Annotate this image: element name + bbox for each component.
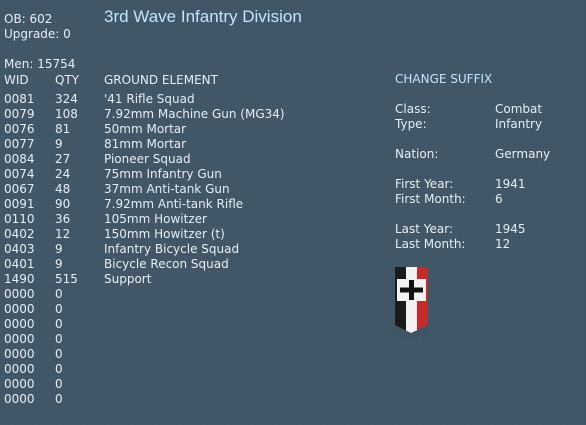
row-qty: 515 <box>55 272 78 286</box>
table-row[interactable]: 0401 9 Bicycle Recon Squad <box>0 257 300 272</box>
row-qty: 81 <box>55 122 71 136</box>
first-month-value: 6 <box>495 192 503 206</box>
type-value: Infantry <box>495 117 543 131</box>
row-wid: 0403 <box>4 242 35 256</box>
row-qty: 24 <box>55 167 71 181</box>
row-qty: 0 <box>55 287 63 301</box>
row-element-name: 50mm Mortar <box>104 122 187 136</box>
table-row[interactable]: 0402 12 150mm Howitzer (t) <box>0 227 300 242</box>
last-month-label: Last Month: <box>395 237 466 251</box>
ob-number: OB: 602 <box>4 12 53 26</box>
row-element-name: Support <box>104 272 152 286</box>
row-wid: 0000 <box>4 302 35 316</box>
nation-label: Nation: <box>395 147 439 161</box>
row-qty: 0 <box>55 347 63 361</box>
row-element-name: 105mm Howitzer <box>104 212 207 226</box>
row-wid: 0000 <box>4 332 35 346</box>
row-qty: 9 <box>55 257 63 271</box>
table-row[interactable]: 0081 324 '41 Rifle Squad <box>0 92 300 107</box>
row-element-name: Bicycle Recon Squad <box>104 257 229 271</box>
table-row[interactable]: 0067 48 37mm Anti-tank Gun <box>0 182 300 197</box>
first-year-value: 1941 <box>495 177 526 191</box>
row-element-name: Pioneer Squad <box>104 152 191 166</box>
row-wid: 0000 <box>4 347 35 361</box>
table-row[interactable]: 0000 0 <box>0 302 300 317</box>
table-row[interactable]: 0079 108 7.92mm Machine Gun (MG34) <box>0 107 300 122</box>
row-qty: 12 <box>55 227 71 241</box>
table-row[interactable]: 0000 0 <box>0 332 300 347</box>
row-qty: 324 <box>55 92 78 106</box>
table-row[interactable]: 0110 36 105mm Howitzer <box>0 212 300 227</box>
row-qty: 27 <box>55 152 71 166</box>
row-qty: 0 <box>55 332 63 346</box>
row-element-name: 37mm Anti-tank Gun <box>104 182 230 196</box>
table-row[interactable]: 0074 24 75mm Infantry Gun <box>0 167 300 182</box>
nation-value: Germany <box>495 147 551 161</box>
last-month-value: 12 <box>495 237 511 251</box>
row-qty: 0 <box>55 302 63 316</box>
row-wid: 1490 <box>4 272 35 286</box>
row-wid: 0076 <box>4 122 35 136</box>
row-qty: 9 <box>55 242 63 256</box>
row-wid: 0079 <box>4 107 35 121</box>
row-qty: 108 <box>55 107 78 121</box>
table-row[interactable]: 0084 27 Pioneer Squad <box>0 152 300 167</box>
table-row[interactable]: 1490 515 Support <box>0 272 300 287</box>
table-row[interactable]: 0091 90 7.92mm Anti-tank Rifle <box>0 197 300 212</box>
row-wid: 0000 <box>4 392 35 406</box>
german-war-flag-icon <box>395 267 428 337</box>
row-element-name: '41 Rifle Squad <box>104 92 195 106</box>
row-qty: 48 <box>55 182 71 196</box>
row-element-name: 81mm Mortar <box>104 137 187 151</box>
first-month-label: First Month: <box>395 192 466 206</box>
row-element-name: 7.92mm Anti-tank Rifle <box>104 197 244 211</box>
table-row[interactable]: 0000 0 <box>0 317 300 332</box>
class-value: Combat <box>495 102 543 116</box>
row-qty: 0 <box>55 362 63 376</box>
column-header-wid: WID <box>4 73 29 87</box>
row-qty: 0 <box>55 317 63 331</box>
row-wid: 0402 <box>4 227 35 241</box>
men-count: Men: 15754 <box>4 57 76 71</box>
type-label: Type: <box>395 117 427 131</box>
row-wid: 0091 <box>4 197 35 211</box>
row-wid: 0081 <box>4 92 35 106</box>
table-row[interactable]: 0403 9 Infantry Bicycle Squad <box>0 242 300 257</box>
row-wid: 0077 <box>4 137 35 151</box>
table-row[interactable]: 0000 0 <box>0 287 300 302</box>
row-wid: 0110 <box>4 212 35 226</box>
row-wid: 0074 <box>4 167 35 181</box>
row-wid: 0000 <box>4 377 35 391</box>
row-qty: 36 <box>55 212 71 226</box>
row-wid: 0084 <box>4 152 35 166</box>
last-year-value: 1945 <box>495 222 526 236</box>
table-row[interactable]: 0000 0 <box>0 347 300 362</box>
upgrade-count: Upgrade: 0 <box>4 27 71 41</box>
change-suffix-link[interactable]: CHANGE SUFFIX <box>395 72 492 87</box>
table-row[interactable]: 0000 0 <box>0 362 300 377</box>
row-element-name: 75mm Infantry Gun <box>104 167 222 181</box>
column-header-ground-element: GROUND ELEMENT <box>104 73 218 87</box>
row-element-name: Infantry Bicycle Squad <box>104 242 240 256</box>
row-wid: 0000 <box>4 287 35 301</box>
row-element-name: 150mm Howitzer (t) <box>104 227 225 241</box>
column-header-qty: QTY <box>55 73 80 87</box>
row-wid: 0000 <box>4 317 35 331</box>
row-qty: 0 <box>55 377 63 391</box>
page-title: 3rd Wave Infantry Division <box>104 7 302 26</box>
class-label: Class: <box>395 102 431 116</box>
row-wid: 0401 <box>4 257 35 271</box>
table-row[interactable]: 0000 0 <box>0 392 300 407</box>
table-row[interactable]: 0000 0 <box>0 377 300 392</box>
last-year-label: Last Year: <box>395 222 454 236</box>
first-year-label: First Year: <box>395 177 454 191</box>
table-row[interactable]: 0076 81 50mm Mortar <box>0 122 300 137</box>
row-qty: 9 <box>55 137 63 151</box>
row-qty: 0 <box>55 392 63 406</box>
row-element-name: 7.92mm Machine Gun (MG34) <box>104 107 285 121</box>
table-row[interactable]: 0077 9 81mm Mortar <box>0 137 300 152</box>
row-wid: 0067 <box>4 182 35 196</box>
row-wid: 0000 <box>4 362 35 376</box>
row-qty: 90 <box>55 197 71 211</box>
